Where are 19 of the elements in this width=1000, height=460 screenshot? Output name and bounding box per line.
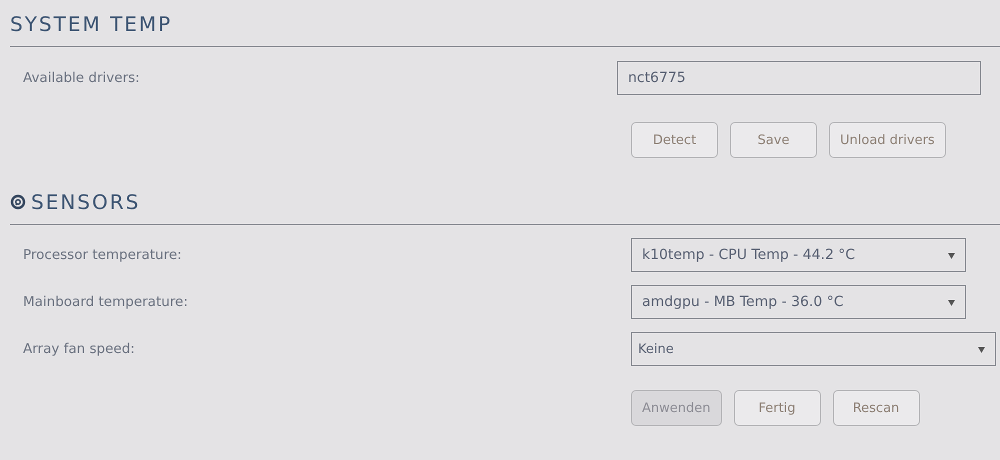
- caret-icon: [948, 298, 955, 306]
- dropdown[interactable]: k10temp - CPU Temp - 44.2 °C: [631, 238, 966, 272]
- section-title: SENSORS: [31, 190, 140, 214]
- input-field[interactable]: nct6775: [617, 61, 981, 95]
- action-button[interactable]: Save: [730, 122, 817, 158]
- action-button[interactable]: Fertig: [734, 390, 820, 426]
- action-button[interactable]: Rescan: [832, 390, 920, 426]
- dropdown[interactable]: Keine: [631, 332, 996, 366]
- dropdown[interactable]: amdgpu - MB Temp - 36.0 °C: [631, 285, 966, 319]
- field-label: Processor temperature:: [22, 247, 183, 263]
- caret-icon: [948, 252, 955, 258]
- field-label: Mainboard temperature:: [22, 294, 189, 310]
- action-button[interactable]: Unload drivers: [829, 122, 946, 158]
- sensor-icon: [10, 194, 26, 210]
- field-label: Available drivers:: [22, 70, 141, 86]
- section-title: SYSTEM TEMP: [10, 12, 172, 36]
- action-button[interactable]: Detect: [631, 122, 718, 158]
- field-label: Array fan speed:: [22, 341, 136, 357]
- caret-icon: [978, 346, 985, 352]
